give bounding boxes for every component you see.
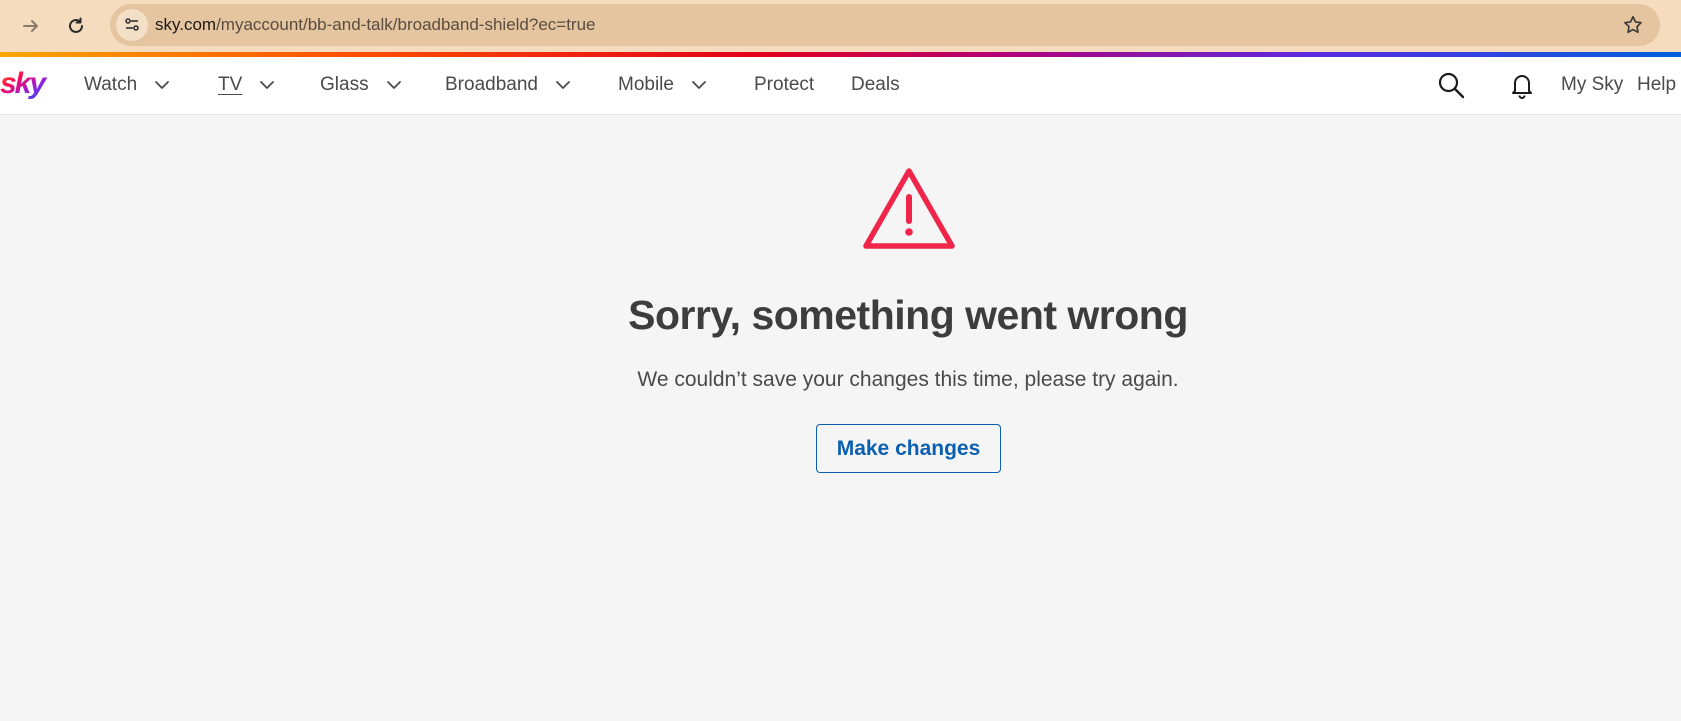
make-changes-button[interactable]: Make changes (816, 424, 1001, 473)
forward-button[interactable] (15, 10, 47, 42)
warning-icon (863, 168, 955, 249)
error-title: Sorry, something went wrong (628, 292, 1188, 338)
search-icon[interactable] (1436, 70, 1466, 100)
site-info-icon (125, 18, 139, 31)
nav-protect[interactable]: Protect (754, 74, 814, 96)
error-message: We couldn’t save your changes this time,… (637, 368, 1179, 391)
chevron-down-icon (556, 81, 570, 89)
url-host: sky.com (155, 15, 217, 34)
nav-glass-label: Glass (320, 74, 369, 95)
site-header: sky Watch TV Glass Broadband Mobile Prot… (0, 57, 1681, 115)
chevron-down-icon (155, 81, 170, 89)
nav-deals[interactable]: Deals (851, 74, 900, 96)
nav-mobile[interactable]: Mobile (618, 74, 708, 96)
chevron-down-icon (692, 81, 706, 89)
my-sky-link[interactable]: My Sky (1561, 74, 1623, 96)
nav-broadband[interactable]: Broadband (445, 74, 572, 96)
nav-protect-label: Protect (754, 74, 815, 95)
browser-toolbar: sky.com/myaccount/bb-and-talk/broadband-… (0, 0, 1681, 52)
chevron-down-icon (386, 81, 401, 89)
sky-logo[interactable]: sky (0, 63, 50, 103)
nav-watch-label: Watch (84, 74, 138, 95)
url-path: /myaccount/bb-and-talk/broadband-shield?… (216, 15, 596, 34)
nav-tv-label: TV (218, 74, 243, 95)
help-link[interactable]: Help (1637, 74, 1676, 96)
nav-deals-label: Deals (851, 74, 900, 95)
url-text[interactable]: sky.com/myaccount/bb-and-talk/broadband-… (155, 15, 596, 35)
nav-watch[interactable]: Watch (84, 74, 171, 96)
forward-icon (23, 20, 38, 32)
reload-button[interactable] (60, 10, 92, 42)
bookmark-star-icon[interactable] (1622, 14, 1644, 36)
nav-broadband-label: Broadband (445, 74, 538, 95)
nav-glass[interactable]: Glass (320, 74, 403, 96)
address-bar[interactable]: sky.com/myaccount/bb-and-talk/broadband-… (110, 4, 1660, 46)
nav-tv[interactable]: TV (218, 74, 276, 96)
svg-text:sky: sky (0, 67, 47, 100)
nav-mobile-label: Mobile (618, 74, 674, 95)
reload-icon (69, 17, 83, 33)
bell-icon[interactable] (1507, 70, 1537, 100)
site-info-button[interactable] (116, 9, 148, 41)
chevron-down-icon (260, 81, 275, 89)
